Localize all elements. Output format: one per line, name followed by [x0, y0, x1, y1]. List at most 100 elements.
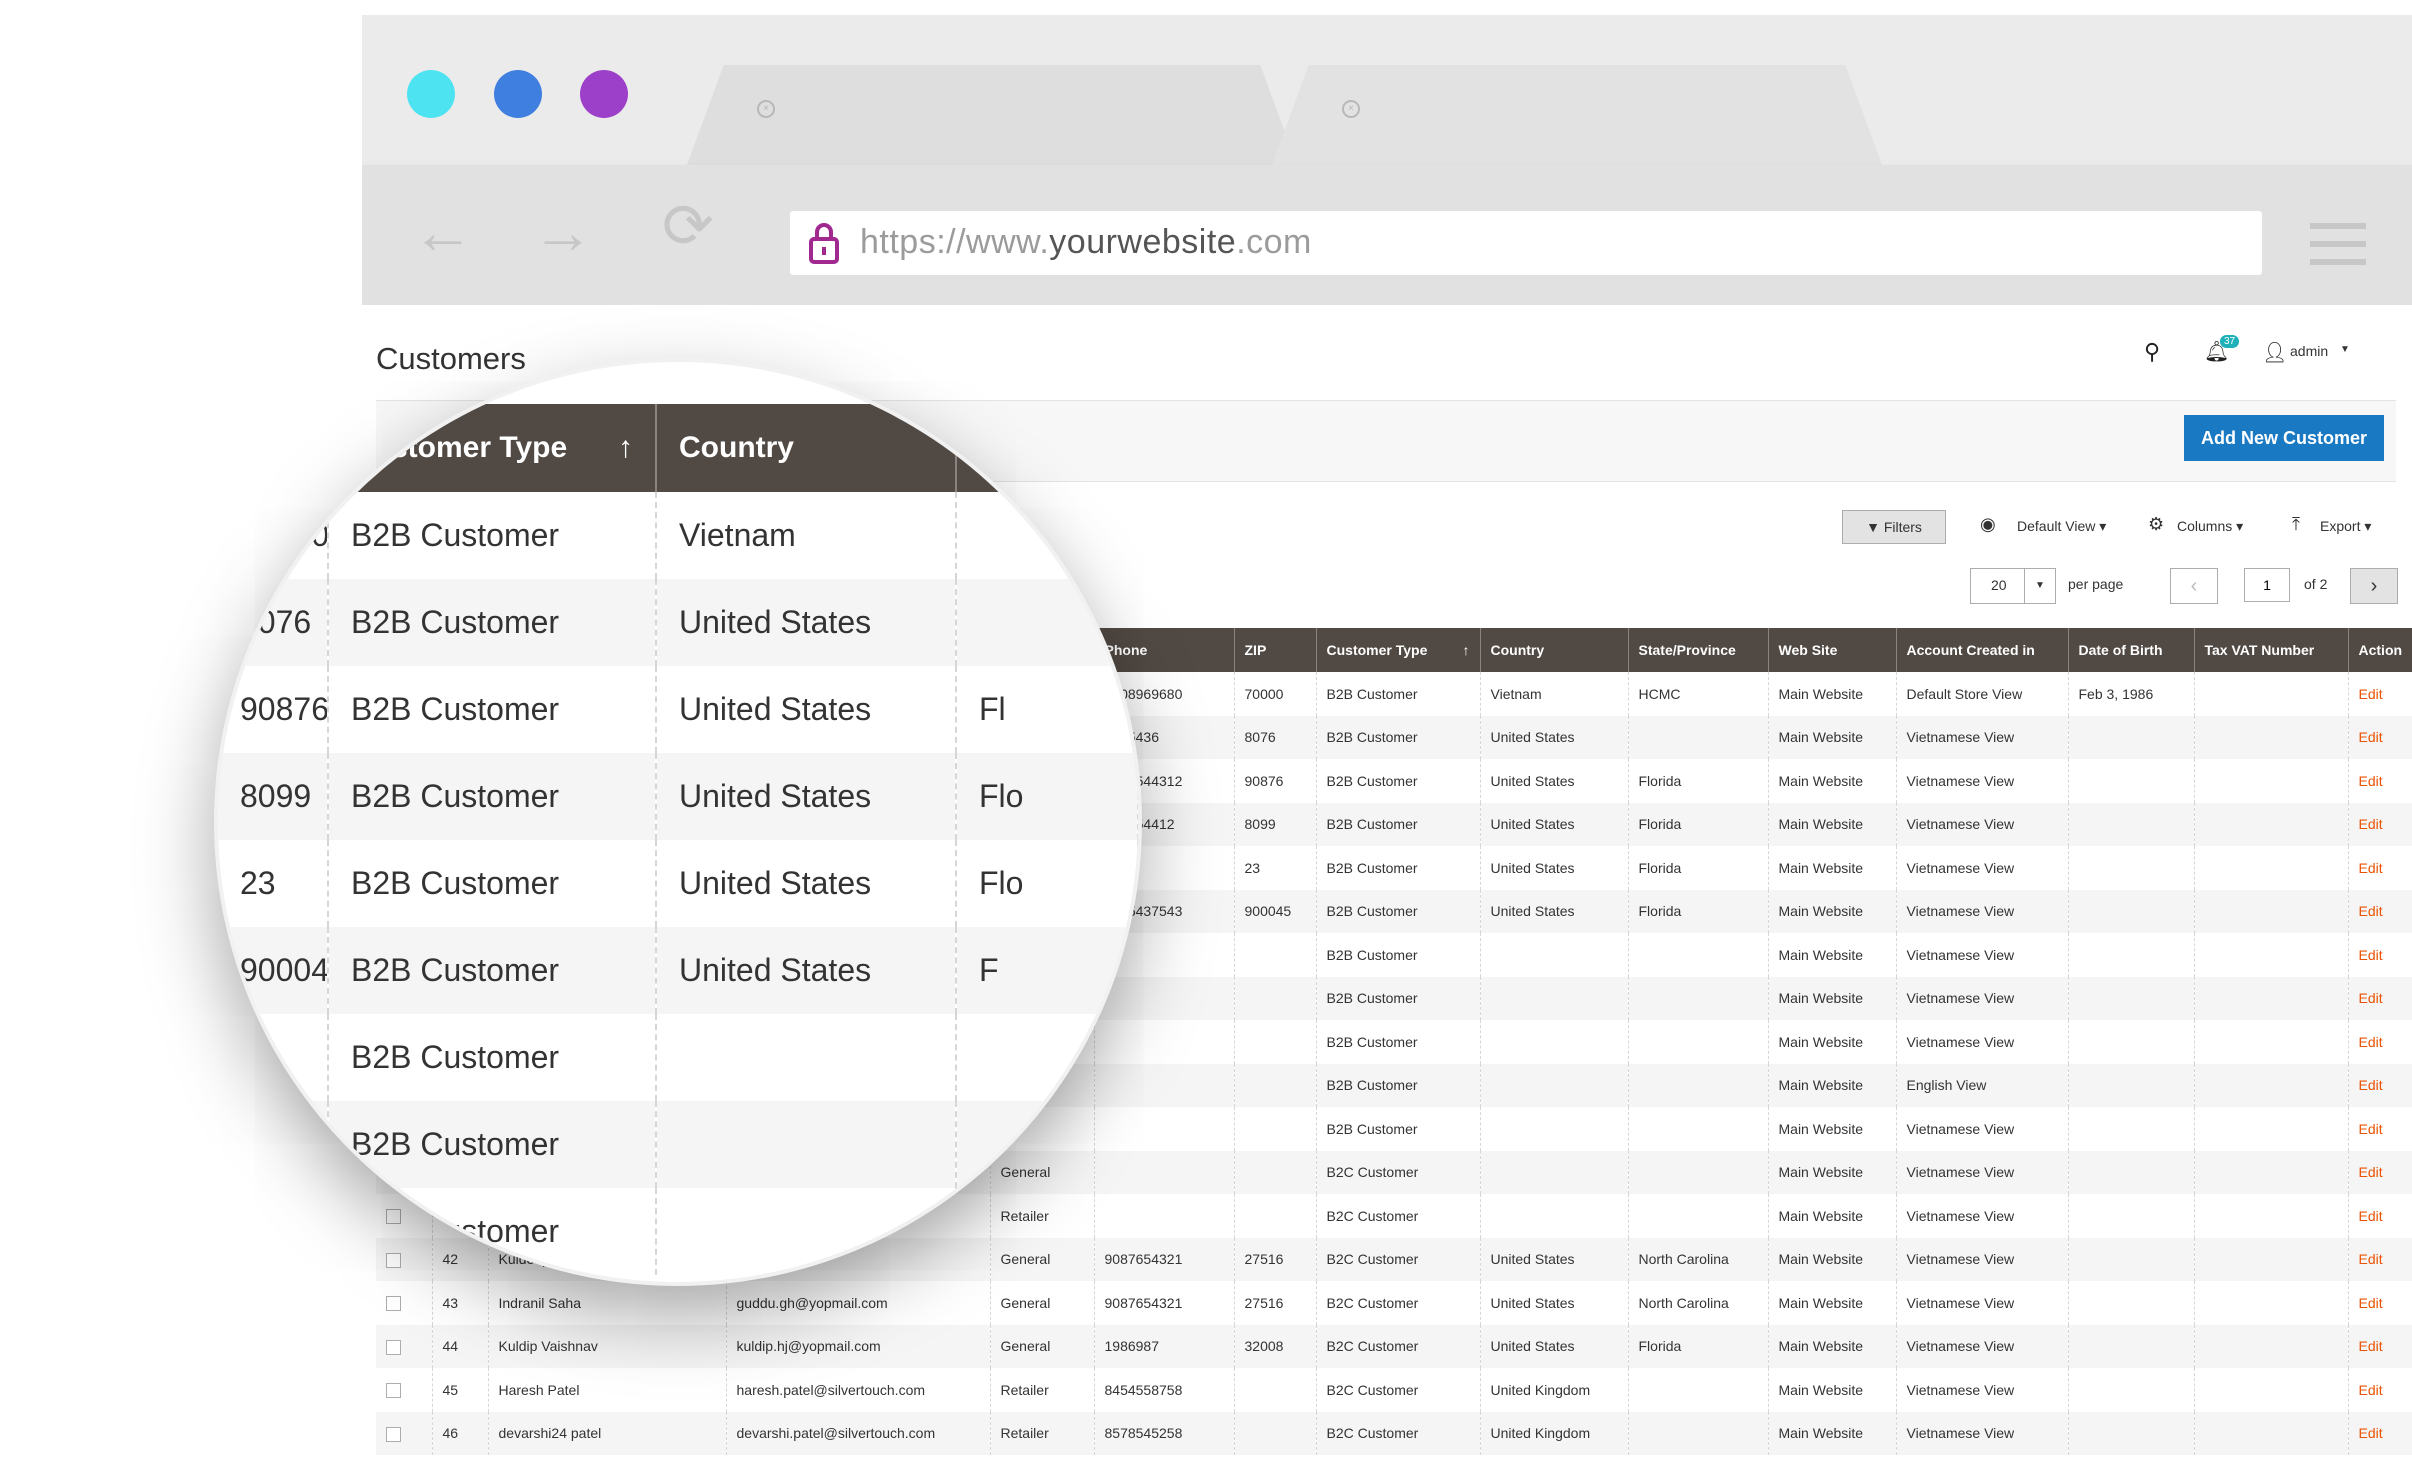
row-checkbox[interactable]	[386, 1339, 401, 1355]
cell-country	[1480, 976, 1629, 1020]
edit-link[interactable]: Edit	[2348, 846, 2412, 890]
edit-link[interactable]: Edit	[2348, 759, 2412, 803]
cell-dob	[2068, 846, 2195, 890]
cell-name: Kuldip Vaishnav	[488, 1324, 727, 1368]
zoom-cell: B2B Customer	[328, 666, 657, 753]
edit-link[interactable]: Edit	[2348, 1150, 2412, 1194]
header-zip-column[interactable]: ZIP	[1234, 628, 1317, 672]
zoom-cell: 90876	[218, 666, 329, 753]
cell-taxvat	[2194, 759, 2349, 803]
edit-link[interactable]: Edit	[2348, 802, 2412, 846]
row-checkbox[interactable]	[386, 1426, 401, 1442]
cell-website: Main Website	[1768, 976, 1897, 1020]
search-icon[interactable]: ⚲	[2144, 339, 2160, 365]
zoom-cell	[956, 579, 1138, 666]
header-state-column[interactable]: State/Province	[1628, 628, 1769, 672]
edit-link[interactable]: Edit	[2348, 1194, 2412, 1238]
edit-link[interactable]: Edit	[2348, 1411, 2412, 1455]
cell-state: HCMC	[1628, 672, 1769, 716]
page-number-input[interactable]	[2244, 568, 2290, 602]
cell-account-created: Vietnamese View	[1896, 1324, 2069, 1368]
edit-link[interactable]: Edit	[2348, 1324, 2412, 1368]
edit-link[interactable]: Edit	[2348, 933, 2412, 977]
header-customer-type-column[interactable]: Customer Type ↑	[1316, 628, 1481, 672]
header-taxvat-column[interactable]: Tax VAT Number	[2194, 628, 2349, 672]
menu-icon[interactable]	[2310, 223, 2366, 277]
sort-arrow-icon[interactable]: ↑	[1463, 642, 1470, 658]
header-country-column[interactable]: Country	[1480, 628, 1629, 672]
browser-toolbar: ← → ⟳ https://www.yourwebsite.com	[362, 165, 2412, 305]
edit-link[interactable]: Edit	[2348, 1281, 2412, 1325]
edit-link[interactable]: Edit	[2348, 889, 2412, 933]
edit-link[interactable]: Edit	[2348, 1063, 2412, 1107]
cell-website: Main Website	[1768, 1107, 1897, 1151]
cell-taxvat	[2194, 672, 2349, 716]
window-close-dot[interactable]	[407, 70, 455, 118]
user-icon[interactable]: 👤︎	[2262, 340, 2287, 365]
user-name[interactable]: admin	[2290, 343, 2328, 359]
cell-customer-type: B2B Customer	[1316, 1020, 1481, 1064]
cell-account-created: Vietnamese View	[1896, 1411, 2069, 1455]
cell-taxvat	[2194, 1281, 2349, 1325]
cell-taxvat	[2194, 1063, 2349, 1107]
chevron-down-icon[interactable]: ▼	[2340, 344, 2350, 355]
cell-account-created: English View	[1896, 1063, 2069, 1107]
cell-state	[1628, 1063, 1769, 1107]
back-arrow-icon[interactable]: ←	[412, 202, 474, 264]
edit-link[interactable]: Edit	[2348, 1368, 2412, 1412]
tab-close-icon[interactable]: ×	[757, 100, 775, 118]
filters-button[interactable]: ▼ Filters	[1842, 510, 1946, 544]
browser-tab-active[interactable]: ×	[687, 65, 1297, 165]
eye-icon: ◉	[1980, 514, 1996, 534]
header-dob-column[interactable]: Date of Birth	[2068, 628, 2195, 672]
header-account-created-column[interactable]: Account Created in	[1896, 628, 2069, 672]
window-maximize-dot[interactable]	[580, 70, 628, 118]
edit-link[interactable]: Edit	[2348, 1020, 2412, 1064]
export-dropdown[interactable]: Export ▾	[2320, 518, 2371, 535]
previous-page-button[interactable]: ‹	[2170, 568, 2218, 604]
cell-zip	[1234, 933, 1317, 977]
cell-customer-type: B2C Customer	[1316, 1324, 1481, 1368]
chevron-down-icon[interactable]: ▼	[2024, 569, 2055, 603]
per-page-label: per page	[2068, 576, 2124, 592]
browser-tab[interactable]: ×	[1272, 65, 1882, 165]
per-page-select[interactable]: 20 ▼	[1970, 568, 2056, 604]
magnifier-lens: Customer Type ↑ Country 70000 B2B Customer V…	[218, 362, 1138, 1282]
lock-icon	[809, 223, 839, 264]
filter-icon: ▼	[1866, 519, 1880, 535]
cell-zip: 27516	[1234, 1237, 1317, 1281]
zoom-cell	[956, 1101, 1138, 1188]
cell-group: General	[990, 1281, 1095, 1325]
gear-icon: ⚙	[2148, 514, 2165, 534]
cell-taxvat	[2194, 1194, 2349, 1238]
cell-customer-type: B2B Customer	[1316, 933, 1481, 977]
row-checkbox[interactable]	[386, 1296, 401, 1312]
edit-link[interactable]: Edit	[2348, 1107, 2412, 1151]
cell-account-created: Vietnamese View	[1896, 889, 2069, 933]
window-minimize-dot[interactable]	[494, 70, 542, 118]
cell-website: Main Website	[1768, 1150, 1897, 1194]
default-view-dropdown[interactable]: Default View ▾	[2017, 518, 2106, 535]
cell-state: North Carolina	[1628, 1237, 1769, 1281]
url-text: https://www.yourwebsite.com	[860, 223, 1312, 261]
columns-dropdown[interactable]: Columns ▾	[2177, 518, 2243, 535]
edit-link[interactable]: Edit	[2348, 1237, 2412, 1281]
export-icon: ⤒	[2292, 514, 2300, 534]
edit-link[interactable]: Edit	[2348, 672, 2412, 716]
address-bar[interactable]: https://www.yourwebsite.com	[790, 211, 2262, 275]
forward-arrow-icon[interactable]: →	[532, 202, 594, 264]
tab-close-icon[interactable]: ×	[1342, 100, 1360, 118]
cell-zip	[1234, 1194, 1317, 1238]
zoom-cell: United States	[656, 753, 957, 840]
zoom-cell	[956, 1014, 1138, 1101]
add-new-customer-button[interactable]: Add New Customer	[2184, 415, 2384, 461]
header-action-column[interactable]: Action	[2348, 628, 2412, 672]
header-tools: ⚲ 🔔︎ 37 👤︎ admin ▼	[2144, 335, 2384, 371]
next-page-button[interactable]: ›	[2350, 568, 2398, 604]
reload-icon[interactable]: ⟳	[662, 196, 714, 258]
header-website-column[interactable]: Web Site	[1768, 628, 1897, 672]
edit-link[interactable]: Edit	[2348, 976, 2412, 1020]
row-checkbox[interactable]	[386, 1383, 401, 1399]
edit-link[interactable]: Edit	[2348, 715, 2412, 759]
header-label: Action	[2358, 642, 2403, 658]
